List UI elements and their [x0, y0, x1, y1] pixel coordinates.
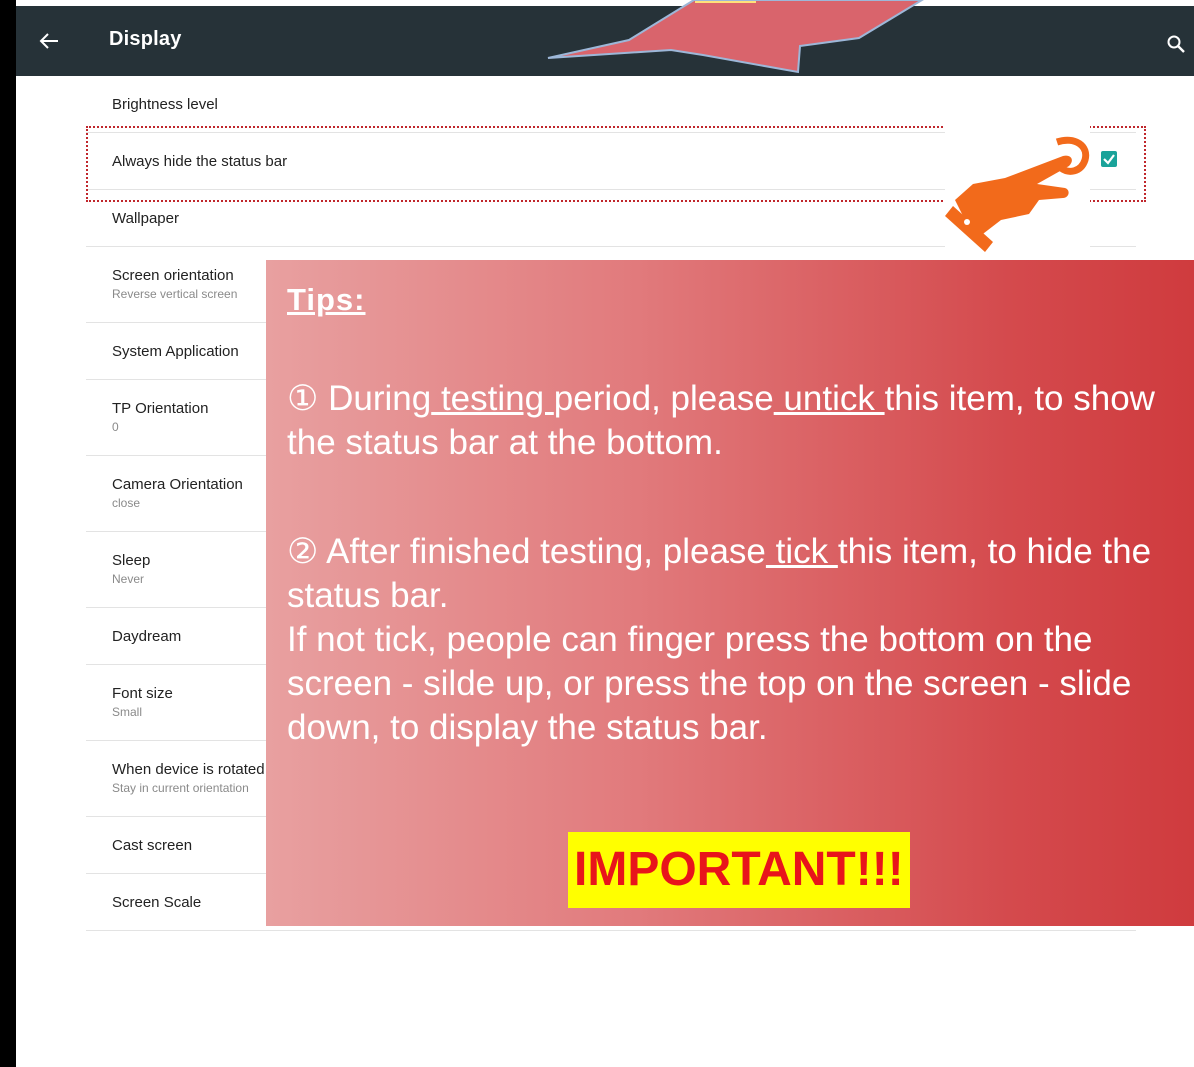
arrow-left-icon[interactable] [38, 30, 60, 52]
tip-number: ② [287, 532, 319, 571]
status-bar-checkbox[interactable] [1101, 151, 1117, 167]
tips-heading: Tips: [287, 282, 366, 317]
pointing-hand-icon [945, 122, 1090, 258]
page-title: Display [109, 28, 182, 50]
tip-text: period, please [553, 379, 774, 418]
tip-number: ① [287, 379, 319, 418]
tips-panel: Tips: ① During testing period, please un… [266, 260, 1194, 926]
tip-underlined-text: tick [765, 532, 838, 571]
tip-text: After finished testing, please [318, 532, 766, 571]
tip-underlined-text: testing [431, 379, 554, 418]
search-icon[interactable] [1166, 34, 1186, 54]
tip-tick: ② After finished testing, please tick th… [287, 530, 1187, 618]
settings-screen: Display Brightness level Always hide the… [16, 0, 1194, 1067]
tip-swipe-note: If not tick, people can finger press the… [287, 620, 1132, 747]
tip-text: During [318, 379, 432, 418]
app-bar: Display [16, 6, 1194, 76]
tip-underlined-text: untick [773, 379, 885, 418]
tip-untick: ① During testing period, please untick t… [287, 377, 1187, 465]
check-icon [1103, 154, 1115, 165]
important-label: IMPORTANT!!! [568, 832, 910, 908]
setting-label: Brightness level [112, 96, 218, 113]
